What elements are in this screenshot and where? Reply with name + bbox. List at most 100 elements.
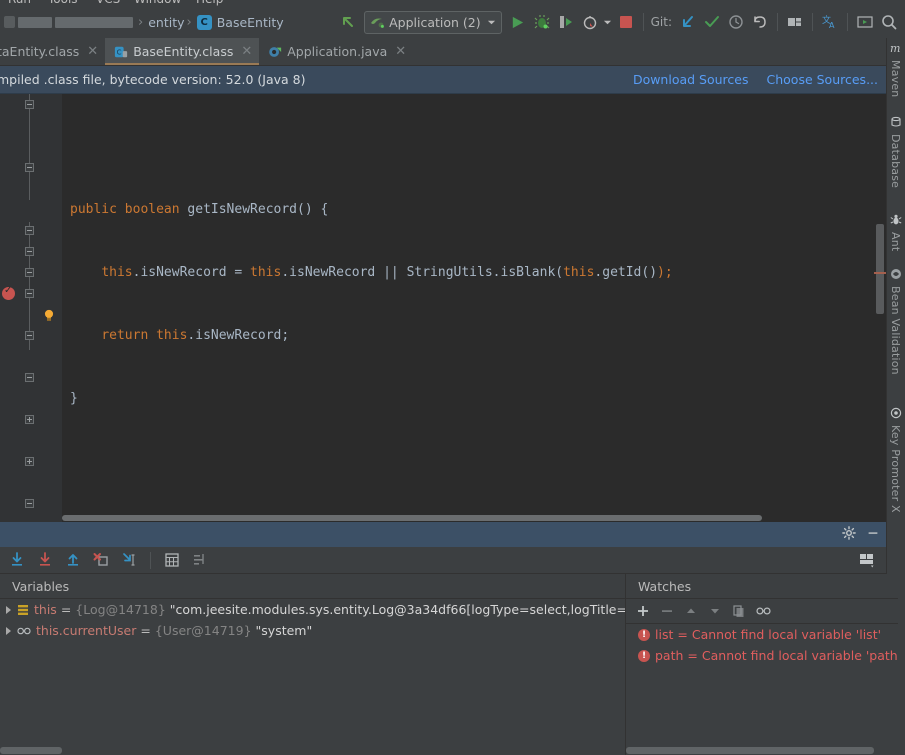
history-clock-icon[interactable] [724, 10, 748, 34]
variable-name: this.currentUser [36, 623, 136, 638]
project-structure-icon[interactable] [783, 10, 807, 34]
fold-marker-end[interactable] [25, 163, 34, 172]
expand-triangle-icon[interactable] [6, 627, 11, 635]
expand-triangle-icon[interactable] [6, 606, 11, 614]
chevron-down-icon[interactable] [487, 18, 496, 27]
editor-horizontal-scrollbar[interactable] [62, 514, 874, 522]
download-sources-link[interactable]: Download Sources [633, 72, 749, 87]
code-line: return this.isNewRecord; [62, 325, 886, 346]
spring-java-icon [268, 45, 282, 59]
editor-vertical-scrollbar[interactable] [874, 94, 886, 522]
run-icon[interactable] [506, 10, 530, 34]
watch-row[interactable]: ! path = Cannot find local variable 'pat… [626, 645, 898, 666]
variable-row[interactable]: this.currentUser = {User@14719} "system" [0, 620, 625, 641]
breadcrumb-class[interactable]: BaseEntity [217, 15, 284, 30]
fold-marker-method[interactable] [25, 268, 34, 277]
code-editor[interactable]: public boolean getIsNewRecord() { this.i… [0, 94, 886, 522]
step-into-icon[interactable] [32, 548, 58, 572]
fold-marker-xmltransient[interactable] [25, 247, 34, 256]
tab-application-java[interactable]: Application.java ✕ [259, 38, 413, 65]
scrollbar-thumb[interactable] [62, 515, 762, 521]
close-icon[interactable]: ✕ [87, 45, 98, 58]
tool-window-database[interactable]: Database [886, 116, 905, 188]
toolbar-divider-2 [777, 13, 778, 31]
fold-marker-jsonignore[interactable] [25, 226, 34, 235]
editor-gutter[interactable] [0, 94, 62, 522]
run-to-cursor-icon[interactable] [116, 548, 142, 572]
step-out-icon[interactable] [60, 548, 86, 572]
code-text[interactable]: public boolean getIsNewRecord() { this.i… [62, 94, 886, 522]
tab-taentity-class[interactable]: taEntity.class ✕ [0, 38, 105, 65]
tool-window-ant[interactable]: Ant [886, 214, 905, 251]
rollback-icon[interactable] [748, 10, 772, 34]
error-stripe-mark[interactable] [874, 272, 886, 274]
error-badge-icon: ! [638, 629, 650, 641]
debug-icon[interactable] [530, 10, 554, 34]
stop-icon[interactable] [614, 10, 638, 34]
class-icon: C [197, 15, 212, 30]
fold-marker-getid-in[interactable] [25, 499, 34, 508]
breadcrumb-redacted-segment-2[interactable] [55, 17, 133, 28]
gear-icon[interactable] [842, 525, 856, 544]
step-over-icon[interactable] [4, 548, 30, 572]
minimize-icon[interactable] [866, 525, 880, 544]
watches-horizontal-scrollbar[interactable] [626, 746, 887, 755]
run-configuration-selector[interactable]: Application (2) [364, 11, 502, 34]
profiler-dropdown-icon[interactable] [602, 10, 614, 34]
variables-horizontal-scrollbar[interactable] [0, 746, 625, 755]
breadcrumb-separator-icon: › [138, 15, 143, 30]
variable-row[interactable]: this = {Log@14718} "com.jeesite.modules.… [0, 599, 625, 620]
watch-row[interactable]: ! list = Cannot find local variable 'lis… [626, 624, 898, 645]
tab-baseentity-class[interactable]: C BaseEntity.class ✕ [105, 38, 259, 65]
move-up-icon[interactable] [680, 600, 702, 622]
tab-label: taEntity.class [0, 44, 79, 59]
fold-marker-if[interactable] [25, 289, 34, 298]
code-line [62, 451, 886, 472]
code-line: } [62, 388, 886, 409]
mute-breakpoints-icon[interactable] [187, 548, 213, 572]
evaluate-expression-icon[interactable] [159, 548, 185, 572]
tool-window-maven[interactable]: m Maven [886, 42, 905, 97]
breadcrumb-redacted-segment-1[interactable] [18, 17, 52, 28]
database-icon [890, 116, 902, 131]
panes-divider[interactable] [625, 626, 626, 755]
fold-marker-setisnewrecord[interactable] [25, 415, 34, 424]
close-icon[interactable]: ✕ [395, 45, 406, 58]
copy-icon[interactable] [728, 600, 750, 622]
breadcrumb-package[interactable]: entity [148, 15, 184, 30]
tool-window-bean-validation[interactable]: Bean Validation [886, 268, 905, 375]
tool-window-label: Maven [889, 60, 902, 97]
run-with-coverage-icon[interactable] [554, 10, 578, 34]
layout-settings-icon[interactable] [854, 548, 880, 572]
minus-icon[interactable] [656, 600, 678, 622]
svg-text:C: C [117, 48, 122, 56]
choose-sources-link[interactable]: Choose Sources... [767, 72, 879, 87]
update-project-icon[interactable] [676, 10, 700, 34]
tool-window-key-promoter[interactable]: Key Promoter X [886, 407, 905, 513]
back-arrow-icon[interactable] [336, 10, 360, 34]
watch-glasses-icon[interactable] [752, 600, 774, 622]
move-down-icon[interactable] [704, 600, 726, 622]
fold-marker-if-end[interactable] [25, 331, 34, 340]
fold-marker-setid-in[interactable] [25, 457, 34, 466]
watches-title: Watches [626, 574, 898, 599]
bean-validation-icon [890, 268, 902, 283]
search-icon[interactable] [877, 10, 901, 34]
watch-glasses-icon [17, 626, 31, 636]
fold-marker-collapse[interactable] [25, 100, 34, 109]
breadcrumb[interactable]: › entity › C BaseEntity [0, 6, 284, 38]
scrollbar-thumb[interactable] [876, 224, 884, 314]
force-step-into-icon[interactable] [88, 548, 114, 572]
commit-checkmark-icon[interactable] [700, 10, 724, 34]
scrollbar-thumb[interactable] [626, 747, 874, 754]
intention-bulb-icon[interactable] [43, 309, 55, 322]
plus-icon[interactable] [632, 600, 654, 622]
scrollbar-thumb[interactable] [0, 747, 62, 754]
translate-icon[interactable]: 文A [818, 10, 842, 34]
profiler-icon[interactable] [578, 10, 602, 34]
fold-marker-method-end[interactable] [25, 373, 34, 382]
breakpoint-icon[interactable] [2, 287, 15, 300]
presentation-mode-icon[interactable] [853, 10, 877, 34]
tab-label: BaseEntity.class [133, 44, 233, 59]
close-icon[interactable]: ✕ [241, 45, 252, 58]
